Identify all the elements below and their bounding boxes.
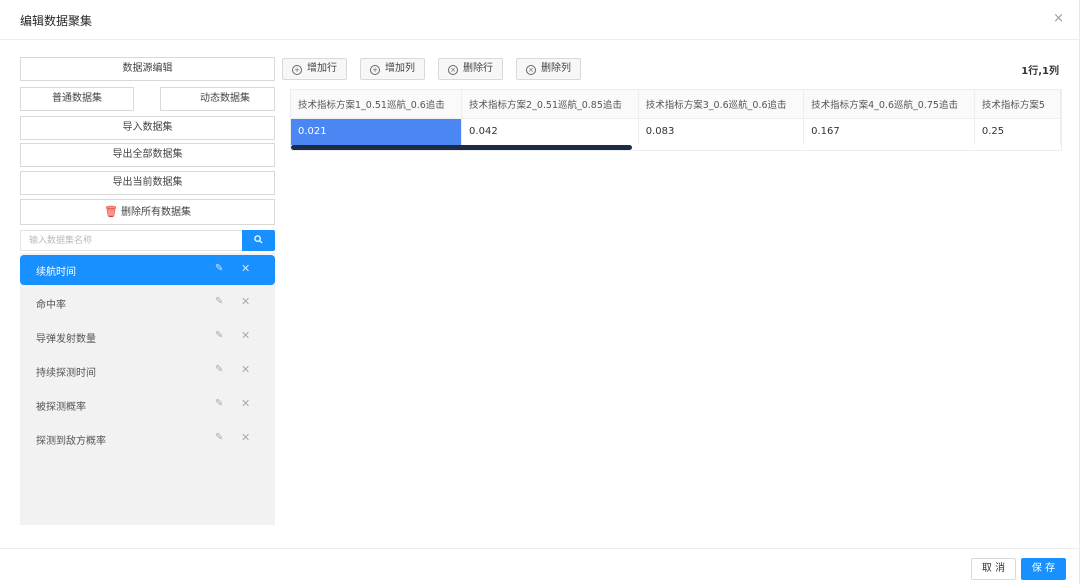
table-cell[interactable]: 0.25 bbox=[974, 118, 1061, 145]
list-item[interactable]: 持续探测时间 ✎ ✕ bbox=[20, 356, 275, 386]
column-header[interactable]: 技术指标方案1_0.51巡航_0.6追击 bbox=[291, 90, 463, 119]
edit-icon[interactable]: ✎ bbox=[215, 263, 223, 274]
list-item[interactable]: 被探测概率 ✎ ✕ bbox=[20, 390, 275, 420]
edit-icon[interactable]: ✎ bbox=[215, 296, 223, 307]
column-header[interactable]: 技术指标方案4_0.6巡航_0.75追击 bbox=[803, 90, 975, 119]
plus-circle-icon: + bbox=[370, 65, 380, 75]
list-item-label: 持续探测时间 bbox=[36, 368, 96, 379]
list-item[interactable]: 续航时间 ✎ ✕ bbox=[20, 255, 275, 285]
import-dataset-button[interactable]: 导入数据集 bbox=[20, 116, 275, 140]
dataset-search-input[interactable] bbox=[20, 230, 242, 251]
edit-icon[interactable]: ✎ bbox=[215, 330, 223, 341]
delete-icon[interactable]: ✕ bbox=[241, 363, 250, 376]
normal-dataset-button[interactable]: 普通数据集 bbox=[20, 87, 134, 111]
x-circle-icon: × bbox=[448, 65, 458, 75]
dataset-search bbox=[20, 230, 275, 251]
save-button[interactable]: 保 存 bbox=[1021, 558, 1066, 580]
edit-icon[interactable]: ✎ bbox=[215, 364, 223, 375]
add-row-button[interactable]: + 增加行 bbox=[282, 58, 347, 80]
search-button[interactable] bbox=[242, 230, 275, 251]
plus-circle-icon: + bbox=[292, 65, 302, 75]
cancel-button[interactable]: 取 消 bbox=[971, 558, 1016, 580]
table-row: 0.021 0.042 0.083 0.167 0.25 bbox=[291, 118, 1061, 145]
list-item-label: 命中率 bbox=[36, 300, 66, 311]
table-header-row: 技术指标方案1_0.51巡航_0.6追击 技术指标方案2_0.51巡航_0.85… bbox=[291, 90, 1061, 119]
export-current-dataset-button[interactable]: 导出当前数据集 bbox=[20, 171, 275, 195]
list-item-label: 被探测概率 bbox=[36, 402, 86, 413]
add-column-button[interactable]: + 增加列 bbox=[360, 58, 425, 80]
edit-icon[interactable]: ✎ bbox=[215, 432, 223, 443]
delete-icon[interactable]: ✕ bbox=[241, 397, 250, 410]
delete-icon[interactable]: ✕ bbox=[241, 295, 250, 308]
export-all-datasets-button[interactable]: 导出全部数据集 bbox=[20, 143, 275, 167]
close-icon[interactable]: × bbox=[1053, 11, 1064, 27]
delete-icon[interactable]: ✕ bbox=[241, 262, 250, 275]
trash-icon: 🗑 bbox=[104, 205, 118, 218]
table-size-label: 1行,1列 bbox=[1021, 66, 1059, 77]
list-item[interactable]: 探测到敌方概率 ✎ ✕ bbox=[20, 424, 275, 454]
delete-row-label: 删除行 bbox=[463, 63, 493, 74]
delete-column-button[interactable]: × 删除列 bbox=[516, 58, 581, 80]
dialog-title: 编辑数据聚集 bbox=[20, 14, 93, 28]
data-grid: 技术指标方案1_0.51巡航_0.6追击 技术指标方案2_0.51巡航_0.85… bbox=[291, 90, 1061, 145]
dialog-footer: 取 消 保 存 bbox=[0, 548, 1080, 584]
column-header[interactable]: 技术指标方案3_0.6巡航_0.6追击 bbox=[638, 90, 805, 119]
dataset-list: 续航时间 ✎ ✕ 命中率 ✎ ✕ 导弹发射数量 ✎ ✕ 持续探测时间 ✎ ✕ 被… bbox=[20, 253, 275, 525]
x-circle-icon: × bbox=[526, 65, 536, 75]
column-header[interactable]: 技术指标方案5 bbox=[974, 90, 1061, 119]
table-cell[interactable]: 0.042 bbox=[461, 118, 639, 145]
delete-column-label: 删除列 bbox=[541, 63, 571, 74]
data-table: 技术指标方案1_0.51巡航_0.6追击 技术指标方案2_0.51巡航_0.85… bbox=[290, 89, 1062, 151]
list-item[interactable]: 命中率 ✎ ✕ bbox=[20, 288, 275, 318]
list-item-label: 导弹发射数量 bbox=[36, 334, 96, 345]
delete-icon[interactable]: ✕ bbox=[241, 329, 250, 342]
search-icon bbox=[254, 235, 263, 244]
list-item-label: 续航时间 bbox=[36, 267, 76, 278]
table-cell[interactable]: 0.167 bbox=[803, 118, 975, 145]
delete-row-button[interactable]: × 删除行 bbox=[438, 58, 503, 80]
dynamic-dataset-button[interactable]: 动态数据集 bbox=[160, 87, 275, 111]
add-column-label: 增加列 bbox=[385, 63, 415, 74]
list-item-label: 探测到敌方概率 bbox=[36, 436, 106, 447]
table-cell[interactable]: 0.083 bbox=[638, 118, 805, 145]
table-cell[interactable]: 0.021 bbox=[291, 118, 463, 145]
delete-all-datasets-button[interactable]: 🗑 删除所有数据集 bbox=[20, 199, 275, 225]
data-source-edit-button[interactable]: 数据源编辑 bbox=[20, 57, 275, 81]
dialog-header: 编辑数据聚集 × bbox=[0, 0, 1080, 40]
column-header[interactable]: 技术指标方案2_0.51巡航_0.85追击 bbox=[461, 90, 639, 119]
horizontal-scrollbar[interactable] bbox=[291, 145, 632, 150]
edit-dataset-dialog: 编辑数据聚集 × 数据源编辑 普通数据集 动态数据集 导入数据集 导出全部数据集… bbox=[0, 0, 1080, 584]
delete-icon[interactable]: ✕ bbox=[241, 431, 250, 444]
list-item[interactable]: 导弹发射数量 ✎ ✕ bbox=[20, 322, 275, 352]
add-row-label: 增加行 bbox=[307, 63, 337, 74]
delete-all-label: 删除所有数据集 bbox=[120, 207, 191, 218]
edit-icon[interactable]: ✎ bbox=[215, 398, 223, 409]
